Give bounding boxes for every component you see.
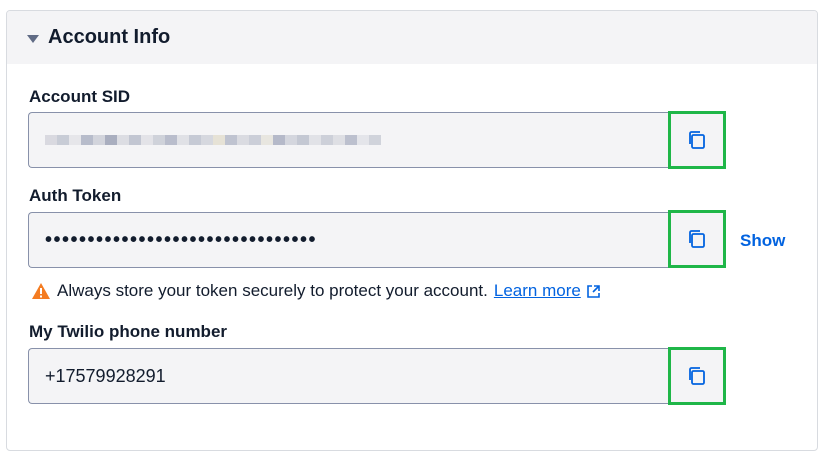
caret-down-icon[interactable] — [27, 34, 39, 43]
account-info-card: Account Info Account SID Auth Token ••••… — [6, 10, 818, 451]
learn-more-link[interactable]: Learn more — [494, 281, 581, 301]
token-security-helper: Always store your token securely to prot… — [31, 281, 601, 301]
copy-account-sid-button[interactable] — [668, 111, 726, 169]
phone-number-field[interactable]: +17579928291 — [28, 348, 670, 404]
redacted-account-sid — [45, 135, 381, 145]
warning-icon — [32, 283, 50, 299]
show-auth-token-button[interactable]: Show — [740, 231, 785, 251]
copy-icon — [689, 131, 705, 149]
helper-text: Always store your token securely to prot… — [57, 281, 488, 300]
auth-token-label: Auth Token — [29, 186, 122, 205]
copy-phone-number-button[interactable] — [668, 347, 726, 405]
card-title: Account Info — [48, 26, 171, 48]
auth-token-masked-value: •••••••••••••••••••••••••••••••• — [45, 228, 318, 251]
copy-icon — [689, 367, 705, 385]
phone-number-value: +17579928291 — [45, 365, 166, 386]
account-sid-field[interactable] — [28, 112, 670, 168]
account-sid-label: Account SID — [29, 87, 131, 106]
copy-icon — [689, 230, 705, 248]
external-link-icon[interactable] — [586, 284, 601, 299]
account-info-header[interactable]: Account Info — [7, 11, 817, 64]
auth-token-field[interactable]: •••••••••••••••••••••••••••••••• — [28, 212, 670, 268]
copy-auth-token-button[interactable] — [668, 210, 726, 268]
phone-number-label: My Twilio phone number — [29, 322, 228, 341]
